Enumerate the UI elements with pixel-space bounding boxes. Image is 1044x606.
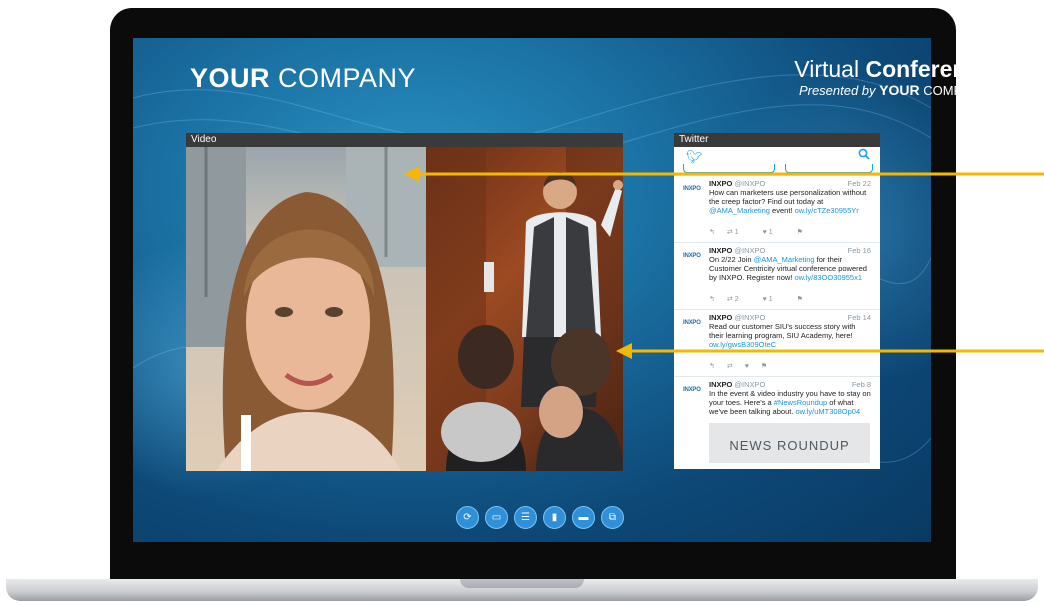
callout-arrows xyxy=(404,166,1044,359)
arrow-stage xyxy=(616,343,1044,359)
arrow-webcam xyxy=(404,166,1044,182)
